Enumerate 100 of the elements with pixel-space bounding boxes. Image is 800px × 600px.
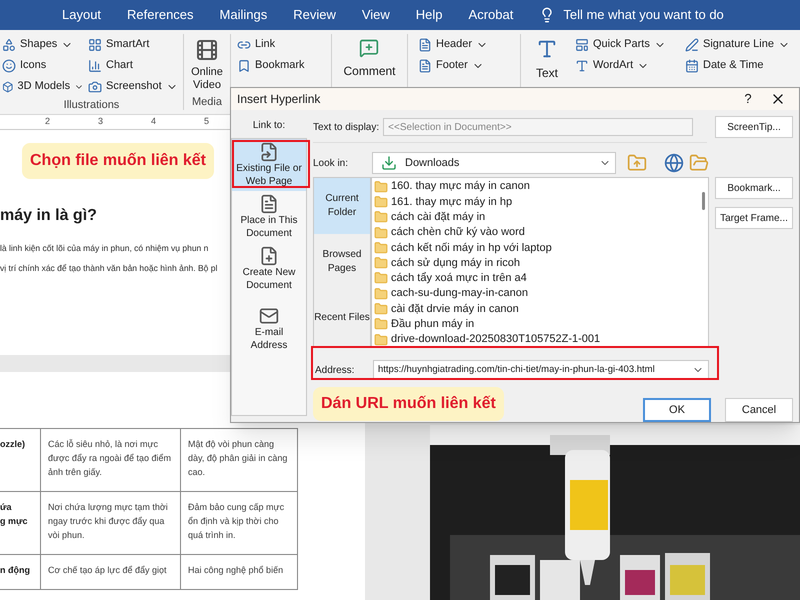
ribbon-button[interactable]: Icons xyxy=(0,55,86,76)
ribbon-icon xyxy=(685,38,699,52)
table-cell: Đảm bảo cung cấp mực ổn định và kịp thời cho quá trình in. xyxy=(180,492,298,554)
download-icon xyxy=(381,155,397,171)
dialog-button[interactable]: OK xyxy=(643,398,711,422)
folder-up-icon[interactable] xyxy=(627,153,647,173)
ribbon-icon xyxy=(88,58,102,72)
folder-icon xyxy=(374,240,388,255)
ribbon-icon xyxy=(2,58,16,72)
link-to-label: Link to: xyxy=(252,119,286,133)
ribbon-button[interactable]: Quick Parts xyxy=(573,34,683,55)
help-button[interactable]: ? xyxy=(733,89,763,109)
globe-search-icon[interactable] xyxy=(664,153,684,173)
link-type-button[interactable]: E-mail Address xyxy=(232,303,306,355)
document-icon xyxy=(259,246,279,266)
folder-icon[interactable] xyxy=(689,153,709,173)
menu-tab[interactable]: Review xyxy=(293,5,336,25)
menu-tab[interactable]: Mailings xyxy=(220,5,268,25)
ribbon-button[interactable]: Date & Time xyxy=(683,55,792,76)
folder-item[interactable]: cách cài đặt máy in xyxy=(374,210,698,225)
ribbon-button[interactable]: Signature Line xyxy=(683,34,792,55)
video-icon xyxy=(195,38,219,62)
folder-item[interactable]: 160. thay mực máy in canon xyxy=(374,179,698,194)
ribbon-icon xyxy=(88,38,102,52)
ribbon-button[interactable]: Screenshot xyxy=(86,76,180,97)
place-button[interactable]: Current Folder xyxy=(314,178,370,234)
text-to-display-field[interactable]: <<Selection in Document>> xyxy=(383,118,693,136)
place-button[interactable]: Browsed Pages xyxy=(314,234,370,290)
table-cell: ozzle) xyxy=(0,428,40,492)
dialog-button[interactable]: Cancel xyxy=(725,398,793,422)
field-label: Text to display: xyxy=(313,120,380,134)
ribbon-icon xyxy=(685,58,699,72)
screentip-button[interactable]: ScreenTip... xyxy=(715,116,793,138)
body-text: là linh kiện cốt lõi của máy in phun, có nhiệm vụ phun n xyxy=(0,242,208,255)
field-label: Address: xyxy=(315,364,356,378)
folder-item[interactable]: cách chèn chữ ký vào word xyxy=(374,224,698,240)
ribbon-button[interactable]: Bookmark xyxy=(235,55,331,76)
folder-item[interactable]: drive-download-20250830T105752Z-1-001 xyxy=(374,332,698,348)
menu-tab[interactable]: Help xyxy=(416,5,443,25)
link-type-button[interactable]: Existing File or Web Page xyxy=(232,139,306,191)
field-label: Look in: xyxy=(313,156,350,170)
folder-icon xyxy=(374,317,388,332)
folder-icon xyxy=(374,180,388,194)
folder-icon xyxy=(374,194,388,209)
folder-icon xyxy=(374,271,388,286)
comment-button[interactable]: Comment xyxy=(343,30,396,80)
tell-me-search[interactable]: Tell me what you want to do xyxy=(563,5,724,25)
ruler-number: 4 xyxy=(151,115,156,128)
folder-item[interactable]: cach-su-dung-may-in-canon xyxy=(374,286,698,302)
ribbon-icon xyxy=(2,38,16,52)
table-cell: Cơ chế tạo áp lực để đẩy giọt xyxy=(40,554,180,590)
document-icon xyxy=(259,142,279,162)
ribbon-button[interactable]: WordArt xyxy=(573,55,683,76)
menu-tab[interactable]: References xyxy=(127,5,194,25)
document-icon xyxy=(259,194,279,214)
ruler-number: 2 xyxy=(45,115,50,128)
ribbon-icon xyxy=(418,58,432,72)
callout: Dán URL muốn liên kết xyxy=(313,387,504,421)
folder-icon xyxy=(374,302,388,316)
table-cell: Các lỗ siêu nhỏ, là nơi mực được đẩy ra ngoài để tạo điểm ảnh trên giấy. xyxy=(40,428,180,492)
section-heading: máy in là gì? xyxy=(0,206,97,226)
folder-icon xyxy=(374,256,388,270)
online-video-button[interactable]: Online Video xyxy=(185,30,229,94)
ruler-number: 5 xyxy=(204,115,210,128)
dialog-title: Insert Hyperlink xyxy=(237,91,322,108)
folder-item[interactable]: Đầu phun máy in xyxy=(374,316,698,332)
text-box-button[interactable]: Text xyxy=(529,34,565,82)
mail-icon xyxy=(259,306,279,326)
ribbon-button[interactable]: Header xyxy=(416,34,520,55)
menu-tab[interactable]: Acrobat xyxy=(468,5,514,25)
folder-item[interactable]: cách kết nối máy in hp với laptop xyxy=(374,240,698,256)
dialog-button[interactable]: Bookmark... xyxy=(715,177,793,199)
ribbon-button[interactable]: Shapes xyxy=(0,34,86,55)
folder-icon xyxy=(374,332,388,347)
ribbon-button[interactable]: 3D Models xyxy=(0,76,86,97)
table-cell: n động xyxy=(0,554,40,590)
address-field[interactable]: https://huynhgiatrading.com/tin-chi-tiet/may-in-phun-la-gi-403.html xyxy=(373,360,709,380)
body-text: vị trí chính xác để tạo thành văn bản hoặc hình ảnh. Bộ pl xyxy=(0,262,218,274)
folder-item[interactable]: cài đặt drvie máy in canon xyxy=(374,301,698,317)
table-cell: Hai công nghệ phổ biến xyxy=(180,554,298,590)
dialog-button[interactable]: Target Frame... xyxy=(715,207,793,229)
menu-tab[interactable]: Layout xyxy=(62,5,102,25)
ribbon-button[interactable]: Chart xyxy=(86,55,180,76)
folder-item[interactable]: cách sử dụng máy in ricoh xyxy=(374,255,698,271)
ribbon-button[interactable]: Link xyxy=(235,34,331,55)
folder-item[interactable]: cách tẩy xoá mực in trên a4 xyxy=(374,270,698,286)
menu-tab[interactable]: View xyxy=(362,5,390,25)
look-in-dropdown[interactable]: Downloads xyxy=(372,152,616,174)
ribbon-button[interactable]: SmartArt xyxy=(86,34,180,55)
group-label: Media xyxy=(192,94,222,110)
place-button[interactable]: Recent Files xyxy=(314,290,370,346)
folder-item[interactable]: 161. thay mực máy in hp xyxy=(374,194,698,210)
link-type-button[interactable]: Create New Document xyxy=(232,243,306,295)
ribbon-icon xyxy=(575,38,589,52)
ribbon-icon xyxy=(418,38,432,52)
link-type-button[interactable]: Place in This Document xyxy=(232,191,306,243)
folder-icon xyxy=(374,226,388,240)
ribbon-button[interactable]: Footer xyxy=(416,55,520,76)
ribbon-icon xyxy=(2,80,14,94)
table-cell: ứa g mực xyxy=(0,492,40,554)
